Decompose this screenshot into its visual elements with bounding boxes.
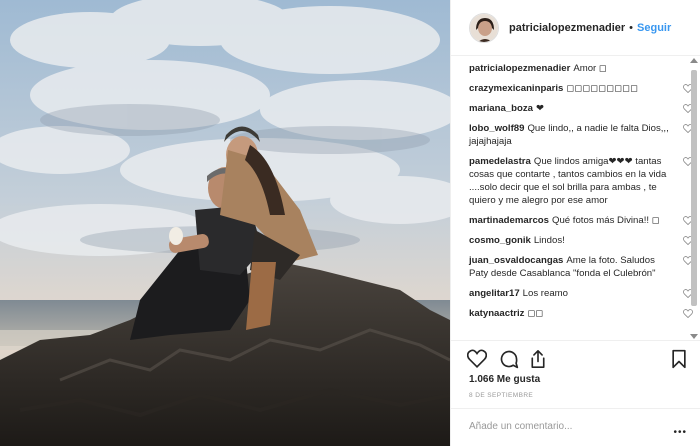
comment-username[interactable]: cosmo_gonik: [469, 235, 531, 246]
comments-list[interactable]: patricialopezmenadier Amor ◻ crazymexican…: [451, 56, 700, 339]
comment-text: Amor ◻: [573, 63, 607, 74]
comment-username[interactable]: martinademarcos: [469, 215, 549, 226]
add-comment-bar: •••: [451, 408, 700, 446]
comment-item: mariana_boza ❤: [469, 102, 693, 115]
bookmark-icon[interactable]: [671, 349, 687, 369]
comment-icon[interactable]: [499, 349, 519, 369]
comments-scrollbar[interactable]: [690, 58, 698, 339]
likes-count[interactable]: 1.066 Me gusta: [469, 374, 540, 385]
comment-username[interactable]: lobo_wolf89: [469, 123, 524, 134]
comment-text: ❤: [536, 103, 545, 114]
post-panel: patricialopezmenadier • Seguir patricial…: [450, 0, 700, 446]
comment-username[interactable]: crazymexicaninparis: [469, 83, 563, 94]
share-icon[interactable]: [529, 349, 547, 369]
comment-item: lobo_wolf89 Que lindo,, a nadie le falta …: [469, 122, 693, 148]
comment-username[interactable]: juan_osvaldocangas: [469, 255, 563, 266]
post-photo[interactable]: [0, 0, 450, 446]
post-header: patricialopezmenadier • Seguir: [451, 0, 700, 56]
comment-username[interactable]: pamedelastra: [469, 156, 531, 167]
post-date: 8 DE SEPTIEMBRE: [469, 392, 534, 399]
comment-item: martinademarcos Qué fotos más Divina!! ◻: [469, 214, 693, 227]
post-username[interactable]: patricialopezmenadier: [509, 22, 625, 34]
scroll-up-arrow-icon[interactable]: [690, 58, 698, 63]
heart-icon[interactable]: [467, 349, 487, 368]
scroll-down-arrow-icon[interactable]: [690, 334, 698, 339]
follow-button[interactable]: Seguir: [637, 22, 671, 34]
more-options-icon[interactable]: •••: [673, 427, 687, 438]
comment-text: ◻◻◻◻◻◻◻◻◻: [566, 83, 639, 94]
comment-item: patricialopezmenadier Amor ◻: [469, 62, 671, 75]
add-comment-input[interactable]: [469, 421, 669, 432]
comment-username[interactable]: angelitar17: [469, 288, 520, 299]
comment-text: Qué fotos más Divina!! ◻: [551, 215, 660, 226]
comment-item: juan_osvaldocangas Ame la foto. Saludos P…: [469, 254, 693, 280]
comment-item: crazymexicaninparis ◻◻◻◻◻◻◻◻◻: [469, 82, 693, 95]
comment-username[interactable]: katynaactriz: [469, 308, 524, 319]
separator: •: [629, 21, 634, 34]
scrollbar-thumb[interactable]: [691, 70, 697, 306]
comment-text: ◻◻: [527, 308, 544, 319]
comment-username[interactable]: mariana_boza: [469, 103, 533, 114]
comment-item: pamedelastra Que lindos amiga❤❤❤ tantas c…: [469, 155, 693, 207]
comment-item: katynaactriz ◻◻: [469, 307, 693, 320]
comment-username[interactable]: patricialopezmenadier: [469, 63, 570, 74]
avatar[interactable]: [469, 12, 499, 43]
comment-item: cosmo_gonik Lindos!: [469, 234, 693, 247]
comment-text: Los reamo: [522, 288, 568, 299]
comment-item: angelitar17 Los reamo: [469, 287, 693, 300]
comment-text: Lindos!: [533, 235, 565, 246]
